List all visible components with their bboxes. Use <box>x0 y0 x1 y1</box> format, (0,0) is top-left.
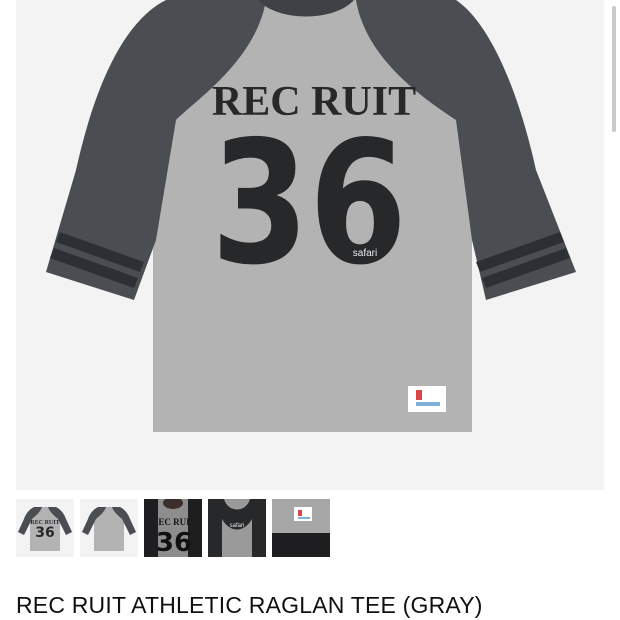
thumbnail-strip: REC RUIT 36 EC RUI 36 safari <box>16 499 330 558</box>
thumbnail-front[interactable]: REC RUIT 36 <box>16 499 74 557</box>
thumb-neck-label: safari <box>230 523 245 529</box>
raglan-tee-illustration: REC RUIT 36 safari <box>46 0 576 432</box>
print-number: 36 <box>211 105 407 303</box>
thumbnail-model[interactable]: EC RUI 36 <box>144 499 202 557</box>
thumbnail-neck-detail[interactable]: safari <box>208 499 266 557</box>
thumb-number: 36 <box>35 525 54 541</box>
thumbnail-hem-detail[interactable] <box>272 499 330 557</box>
thumbnail-back[interactable] <box>80 499 138 557</box>
thumb-number: 36 <box>156 528 192 557</box>
thumb-print: EC RUI <box>158 517 190 527</box>
product-title: REC RUIT ATHLETIC RAGLAN TEE (GRAY) <box>16 592 483 618</box>
product-image[interactable]: REC RUIT 36 safari <box>16 0 604 490</box>
brand-mark: safari <box>353 248 377 259</box>
scrollbar[interactable] <box>612 6 616 132</box>
